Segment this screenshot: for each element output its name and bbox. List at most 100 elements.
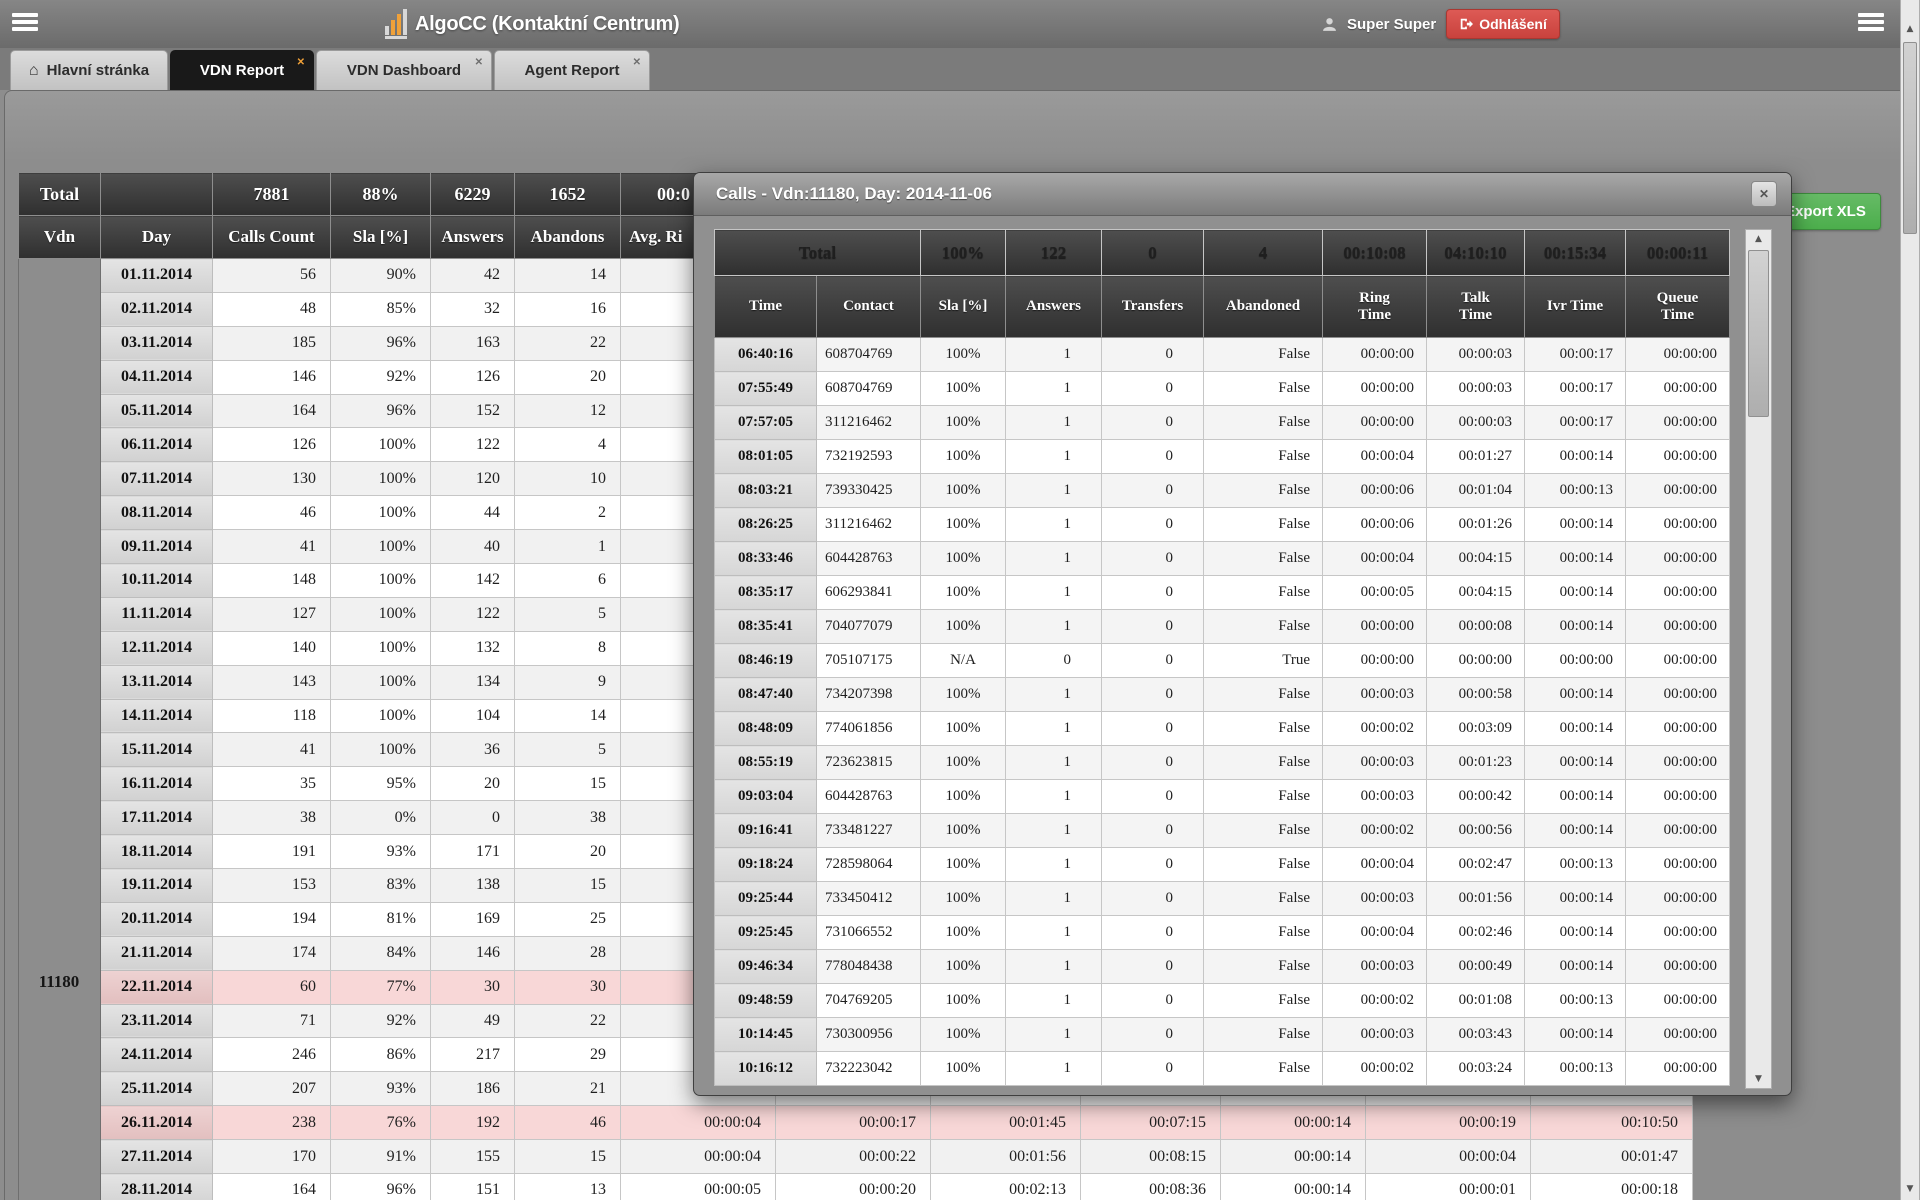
call-row: 08:48:09774061856100%10False00:00:0200:0… (715, 712, 1730, 746)
cell: 00:00:00 (1626, 746, 1730, 780)
day-cell[interactable]: 03.11.2014 (101, 326, 213, 360)
cell: 16 (515, 292, 621, 326)
day-cell[interactable]: 28.11.2014 (101, 1174, 213, 1200)
tab-vdn-report[interactable]: VDN Report ✕ (170, 50, 314, 90)
scroll-up-icon[interactable]: ▲ (1901, 24, 1919, 34)
day-cell[interactable]: 01.11.2014 (101, 259, 213, 293)
day-cell[interactable]: 26.11.2014 (101, 1106, 213, 1140)
call-row: 09:46:34778048438100%10False00:00:0300:0… (715, 950, 1730, 984)
day-cell[interactable]: 04.11.2014 (101, 360, 213, 394)
day-cell[interactable]: 18.11.2014 (101, 835, 213, 869)
cell: 91% (331, 1140, 431, 1174)
cell: 1 (1006, 848, 1102, 882)
right-menu-icon[interactable] (1858, 13, 1884, 33)
cell: 704769205 (817, 984, 921, 1018)
close-tab-icon[interactable]: ✕ (633, 57, 641, 68)
cell: 122 (431, 597, 515, 631)
day-cell[interactable]: 22.11.2014 (101, 970, 213, 1004)
day-cell[interactable]: 20.11.2014 (101, 902, 213, 936)
cell: 00:01:23 (1427, 746, 1525, 780)
cell: 00:00:00 (1626, 984, 1730, 1018)
cell: 00:00:04 (1323, 542, 1427, 576)
day-cell[interactable]: 12.11.2014 (101, 631, 213, 665)
cell: 09:16:41 (715, 814, 817, 848)
tab-agent-report[interactable]: Agent Report ✕ (494, 50, 650, 90)
day-cell[interactable]: 23.11.2014 (101, 1004, 213, 1038)
tab-hlavni-stranka[interactable]: ⌂ Hlavní stránka (10, 50, 168, 90)
day-cell[interactable]: 06.11.2014 (101, 428, 213, 462)
day-cell[interactable]: 14.11.2014 (101, 699, 213, 733)
column-header: Day (101, 216, 213, 259)
day-cell[interactable]: 25.11.2014 (101, 1072, 213, 1106)
table-row[interactable]: 27.11.201417091%1551500:00:0400:00:2200:… (19, 1140, 1693, 1174)
logout-button[interactable]: Odhlášení (1446, 9, 1560, 39)
cell: 00:00:08 (1427, 610, 1525, 644)
tab-vdn-dashboard[interactable]: VDN Dashboard ✕ (316, 50, 492, 90)
day-cell[interactable]: 08.11.2014 (101, 496, 213, 530)
cell: 1 (1006, 372, 1102, 406)
cell: 40 (431, 530, 515, 564)
scroll-down-icon[interactable]: ▼ (1901, 1184, 1919, 1194)
cell: 0 (431, 801, 515, 835)
day-cell[interactable]: 16.11.2014 (101, 767, 213, 801)
day-cell[interactable]: 13.11.2014 (101, 665, 213, 699)
cell: 00:10:08 (1323, 230, 1427, 276)
cell: 1 (1006, 678, 1102, 712)
cell: 100% (331, 496, 431, 530)
day-cell[interactable]: 07.11.2014 (101, 462, 213, 496)
cell: 00:01:47 (1531, 1140, 1693, 1174)
modal-scrollbar[interactable]: ▲ ▼ (1745, 229, 1772, 1089)
day-cell[interactable]: 09.11.2014 (101, 530, 213, 564)
cell: 00:00:00 (1427, 644, 1525, 678)
modal-title[interactable]: Calls - Vdn:11180, Day: 2014-11-06 (694, 173, 1791, 216)
page-scrollbar[interactable]: ▲ ▼ (1900, 0, 1920, 1200)
calls-header-row: TimeContactSla [%]AnswersTransfersAbando… (715, 276, 1730, 338)
cell: 00:00:03 (1323, 882, 1427, 916)
cell: 142 (431, 564, 515, 598)
cell: 56 (213, 259, 331, 293)
day-cell[interactable]: 11.11.2014 (101, 597, 213, 631)
day-cell[interactable]: 10.11.2014 (101, 564, 213, 598)
cell: 1 (1006, 440, 1102, 474)
day-cell[interactable]: 05.11.2014 (101, 394, 213, 428)
modal-close-button[interactable]: ✕ (1751, 181, 1777, 207)
day-cell[interactable]: 02.11.2014 (101, 292, 213, 326)
cell: 09:03:04 (715, 780, 817, 814)
day-cell[interactable]: 17.11.2014 (101, 801, 213, 835)
home-icon: ⌂ (29, 63, 39, 79)
cell: 0 (1102, 230, 1204, 276)
cell: 169 (431, 902, 515, 936)
cell: 92% (331, 360, 431, 394)
cell: 00:00:05 (621, 1174, 776, 1200)
cell: 14 (515, 259, 621, 293)
call-row: 09:25:45731066552100%10False00:00:0400:0… (715, 916, 1730, 950)
close-tab-icon[interactable]: ✕ (297, 57, 305, 68)
day-cell[interactable]: 24.11.2014 (101, 1038, 213, 1072)
cell: 00:08:36 (1081, 1174, 1221, 1200)
cell: 1 (1006, 950, 1102, 984)
cell: 00:00:03 (1427, 406, 1525, 440)
call-row: 10:16:12732223042100%10False00:00:0200:0… (715, 1052, 1730, 1086)
close-icon: ✕ (1759, 187, 1769, 201)
menu-icon[interactable] (12, 13, 38, 33)
cell: 100% (921, 780, 1006, 814)
day-cell[interactable]: 27.11.2014 (101, 1140, 213, 1174)
scrollbar-thumb[interactable] (1748, 250, 1769, 417)
table-row[interactable]: 28.11.201416496%1511300:00:0500:00:2000:… (19, 1174, 1693, 1200)
cell: 217 (431, 1038, 515, 1072)
cell: False (1204, 746, 1323, 780)
cell: 41 (213, 733, 331, 767)
table-row[interactable]: 26.11.201423876%1924600:00:0400:00:1700:… (19, 1106, 1693, 1140)
scrollbar-thumb[interactable] (1903, 42, 1917, 234)
call-row: 08:26:25311216462100%10False00:00:0600:0… (715, 508, 1730, 542)
cell: 0 (1102, 848, 1204, 882)
day-cell[interactable]: 15.11.2014 (101, 733, 213, 767)
day-cell[interactable]: 19.11.2014 (101, 869, 213, 903)
cell: 0 (1102, 610, 1204, 644)
scroll-up-icon[interactable]: ▲ (1746, 234, 1771, 244)
close-tab-icon[interactable]: ✕ (475, 57, 483, 68)
tab-bar: ⌂ Hlavní stránka VDN Report ✕ VDN Dashbo… (0, 48, 1920, 90)
scroll-down-icon[interactable]: ▼ (1746, 1074, 1771, 1084)
cell: 1 (1006, 338, 1102, 372)
day-cell[interactable]: 21.11.2014 (101, 936, 213, 970)
